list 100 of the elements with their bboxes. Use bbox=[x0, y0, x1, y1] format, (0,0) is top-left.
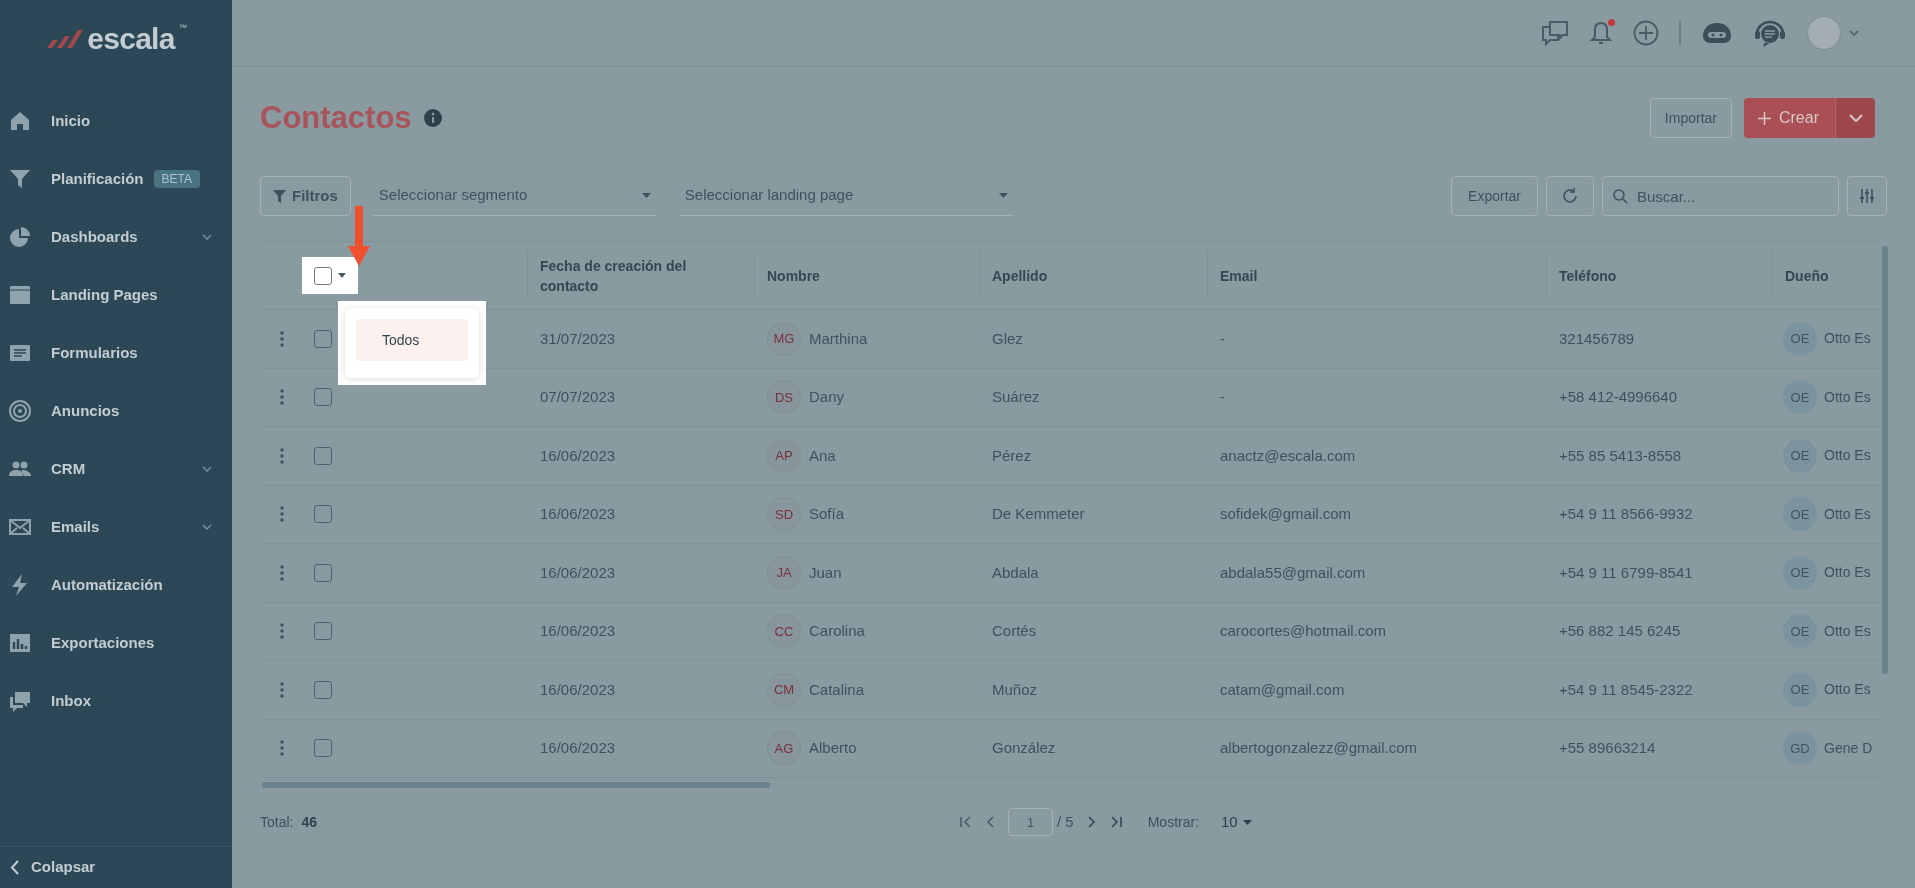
phone-cell: +54 9 11 8545-2322 bbox=[1559, 680, 1693, 698]
more-options-icon[interactable] bbox=[280, 564, 284, 581]
name-cell-text: Dany bbox=[809, 387, 845, 407]
annotation-arrow bbox=[348, 206, 370, 266]
support-chat-icon[interactable] bbox=[1753, 18, 1787, 48]
trademark: ™ bbox=[178, 22, 187, 34]
sidebar-item[interactable]: CRM bbox=[0, 440, 232, 498]
export-button[interactable]: Exportar bbox=[1451, 176, 1538, 216]
sidebar-item[interactable]: Planificación BETA bbox=[0, 150, 232, 208]
bar-chart-icon bbox=[8, 631, 32, 655]
checkbox[interactable] bbox=[314, 563, 332, 582]
segment-select[interactable]: Seleccionar segmento bbox=[372, 176, 657, 216]
chevron-down-icon bbox=[1848, 114, 1863, 122]
next-page-icon[interactable] bbox=[1087, 816, 1096, 828]
first-page-icon[interactable] bbox=[960, 816, 972, 828]
email-cell: catam@gmail.com bbox=[1220, 680, 1345, 698]
import-button[interactable]: Importar bbox=[1649, 98, 1732, 138]
column-header[interactable]: Dueño bbox=[1785, 265, 1829, 286]
caret-down-icon bbox=[998, 193, 1008, 198]
horizontal-scrollbar[interactable] bbox=[262, 782, 770, 788]
sidebar-item[interactable]: Emails bbox=[0, 498, 232, 556]
menu-item[interactable]: Todos bbox=[356, 319, 468, 361]
info-icon[interactable] bbox=[423, 109, 442, 127]
name-cell-text: Ana bbox=[809, 445, 836, 466]
surname-cell: Glez bbox=[992, 329, 1023, 347]
previous-page-icon[interactable] bbox=[986, 816, 994, 828]
chat-icon[interactable] bbox=[1541, 20, 1569, 46]
surname-cell: Abdala bbox=[992, 563, 1039, 581]
owner-cell-text: Otto Es bbox=[1824, 446, 1871, 466]
select-all-control[interactable] bbox=[302, 257, 358, 294]
more-options-icon[interactable] bbox=[280, 447, 284, 464]
collapse-button[interactable]: Colapsar bbox=[0, 846, 232, 888]
column-header[interactable]: Email bbox=[1220, 265, 1258, 286]
refresh-button[interactable] bbox=[1546, 176, 1594, 216]
date-cell: 16/06/2023 bbox=[540, 563, 616, 581]
checkbox[interactable] bbox=[314, 329, 332, 348]
sidebar-item[interactable]: Landing Pages bbox=[0, 266, 232, 324]
filters-button[interactable]: Filtros bbox=[260, 176, 351, 216]
chevron-down-icon bbox=[202, 466, 212, 472]
surname-cell: González bbox=[992, 739, 1056, 757]
sidebar-item[interactable]: Anuncios bbox=[0, 382, 232, 440]
page-input[interactable]: 1 bbox=[1008, 808, 1053, 836]
sidebar-item[interactable]: Automatización bbox=[0, 556, 232, 614]
more-options-icon[interactable] bbox=[280, 681, 284, 698]
more-options-icon[interactable] bbox=[280, 623, 284, 640]
page-size-label: Mostrar: bbox=[1147, 812, 1200, 832]
sidebar-item[interactable]: Inicio bbox=[0, 92, 232, 150]
owner-avatar: OE bbox=[1783, 438, 1817, 473]
owner-cell-text: Otto Es bbox=[1824, 621, 1871, 641]
sidebar-item[interactable]: Dashboards bbox=[0, 208, 232, 266]
sidebar-item[interactable]: Inbox bbox=[0, 672, 232, 730]
landing-page-select[interactable]: Seleccionar landing page bbox=[678, 176, 1014, 216]
chat-icon bbox=[8, 689, 32, 713]
column-header[interactable]: Nombre bbox=[767, 265, 820, 286]
checkbox[interactable] bbox=[314, 739, 332, 758]
more-options-icon[interactable] bbox=[280, 330, 284, 347]
user-avatar[interactable] bbox=[1807, 16, 1841, 50]
bell-icon[interactable] bbox=[1589, 20, 1613, 46]
column-settings-button[interactable] bbox=[1847, 176, 1887, 216]
checkbox[interactable] bbox=[314, 622, 332, 641]
more-options-icon[interactable] bbox=[280, 389, 284, 406]
owner-avatar: OE bbox=[1783, 555, 1817, 590]
phone-cell: +56 882 145 6245 bbox=[1559, 622, 1681, 640]
more-options-icon[interactable] bbox=[280, 740, 284, 757]
more-options-icon[interactable] bbox=[280, 506, 284, 523]
contact-avatar: AP bbox=[767, 438, 801, 473]
checkbox[interactable] bbox=[314, 388, 332, 407]
search-field[interactable]: Buscar... bbox=[1602, 176, 1839, 216]
sidebar-item[interactable]: Exportaciones bbox=[0, 614, 232, 672]
column-header[interactable]: Apellido bbox=[992, 265, 1048, 286]
checkbox[interactable] bbox=[314, 266, 332, 285]
owner-avatar: OE bbox=[1783, 672, 1817, 707]
plus-circle-icon[interactable] bbox=[1633, 20, 1659, 46]
search-icon bbox=[1613, 189, 1628, 204]
landing-page-placeholder: Seleccionar landing page bbox=[684, 185, 854, 206]
sidebar-item[interactable]: Formularios bbox=[0, 324, 232, 382]
refresh-icon bbox=[1561, 187, 1579, 205]
email-cell: sofidek@gmail.com bbox=[1220, 505, 1352, 523]
create-button[interactable]: Crear bbox=[1744, 98, 1835, 138]
logo-text: escala bbox=[87, 24, 175, 54]
email-cell: - bbox=[1220, 388, 1225, 406]
chevron-down-icon bbox=[202, 524, 212, 530]
page-size-select[interactable]: 10 bbox=[1221, 810, 1252, 834]
last-page-icon[interactable] bbox=[1109, 816, 1122, 828]
contact-avatar: AG bbox=[767, 731, 801, 766]
surname-cell: Muñoz bbox=[992, 680, 1038, 698]
column-header[interactable]: Teléfono bbox=[1559, 265, 1617, 286]
checkbox[interactable] bbox=[314, 680, 332, 699]
beta-badge: BETA bbox=[153, 170, 200, 188]
contact-avatar: SD bbox=[767, 497, 801, 532]
plus-icon bbox=[1758, 111, 1771, 125]
date-cell: 16/06/2023 bbox=[540, 739, 616, 757]
checkbox[interactable] bbox=[314, 505, 332, 524]
owner-cell-text: Gene D bbox=[1824, 738, 1873, 758]
chevron-down-icon[interactable] bbox=[1849, 30, 1859, 36]
checkbox[interactable] bbox=[314, 446, 332, 465]
column-header[interactable]: Fecha de creación del contacto bbox=[540, 255, 742, 296]
mask-icon[interactable] bbox=[1701, 21, 1733, 45]
vertical-scrollbar[interactable] bbox=[1882, 246, 1888, 674]
create-menu-button[interactable] bbox=[1835, 98, 1875, 138]
